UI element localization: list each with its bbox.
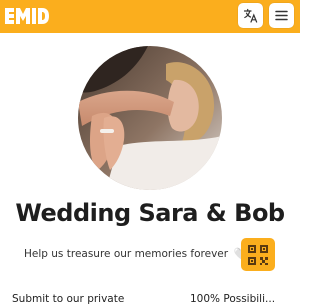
- subtitle: Help us treasure our memories forever 🤍: [24, 247, 247, 260]
- footer-right-text: 100% Possibili...: [190, 293, 276, 305]
- couple-photo: [78, 46, 222, 190]
- footer-left-text: Submit to our private: [12, 293, 125, 305]
- page-title: Wedding Sara & Bob: [15, 199, 285, 227]
- translate-button[interactable]: [238, 3, 263, 28]
- qr-code-button[interactable]: [241, 238, 275, 271]
- translate-icon: [243, 8, 258, 23]
- top-bar: [0, 0, 300, 33]
- qr-code-icon: [248, 244, 268, 265]
- hamburger-menu-icon: [275, 10, 288, 21]
- menu-button[interactable]: [269, 3, 294, 28]
- subtitle-text: Help us treasure our memories forever: [24, 248, 229, 260]
- logo[interactable]: [5, 8, 49, 24]
